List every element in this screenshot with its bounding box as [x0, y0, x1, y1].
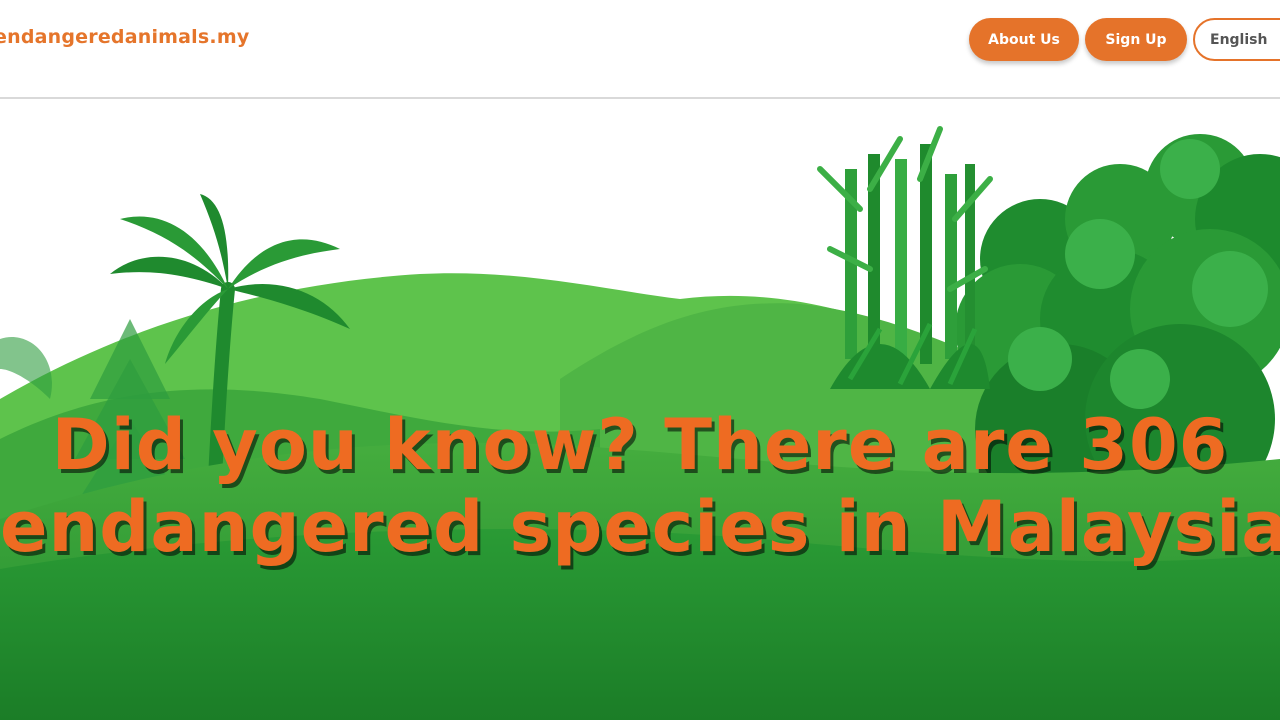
- site-logo-link[interactable]: endangeredanimals.my: [0, 26, 249, 48]
- about-us-button[interactable]: About Us: [969, 18, 1079, 61]
- site-header: endangeredanimals.my About Us Sign Up En…: [0, 0, 1280, 99]
- hero-banner: Did you know? There are 306 endangered s…: [0, 99, 1280, 720]
- page: endangeredanimals.my About Us Sign Up En…: [0, 0, 1280, 720]
- sign-up-button[interactable]: Sign Up: [1085, 18, 1187, 61]
- language-select[interactable]: English: [1193, 18, 1280, 61]
- hero-headline: Did you know? There are 306 endangered s…: [0, 404, 1280, 568]
- headline-line-2: endangered species in Malaysia.: [0, 485, 1280, 568]
- headline-line-1: Did you know? There are 306: [51, 403, 1229, 486]
